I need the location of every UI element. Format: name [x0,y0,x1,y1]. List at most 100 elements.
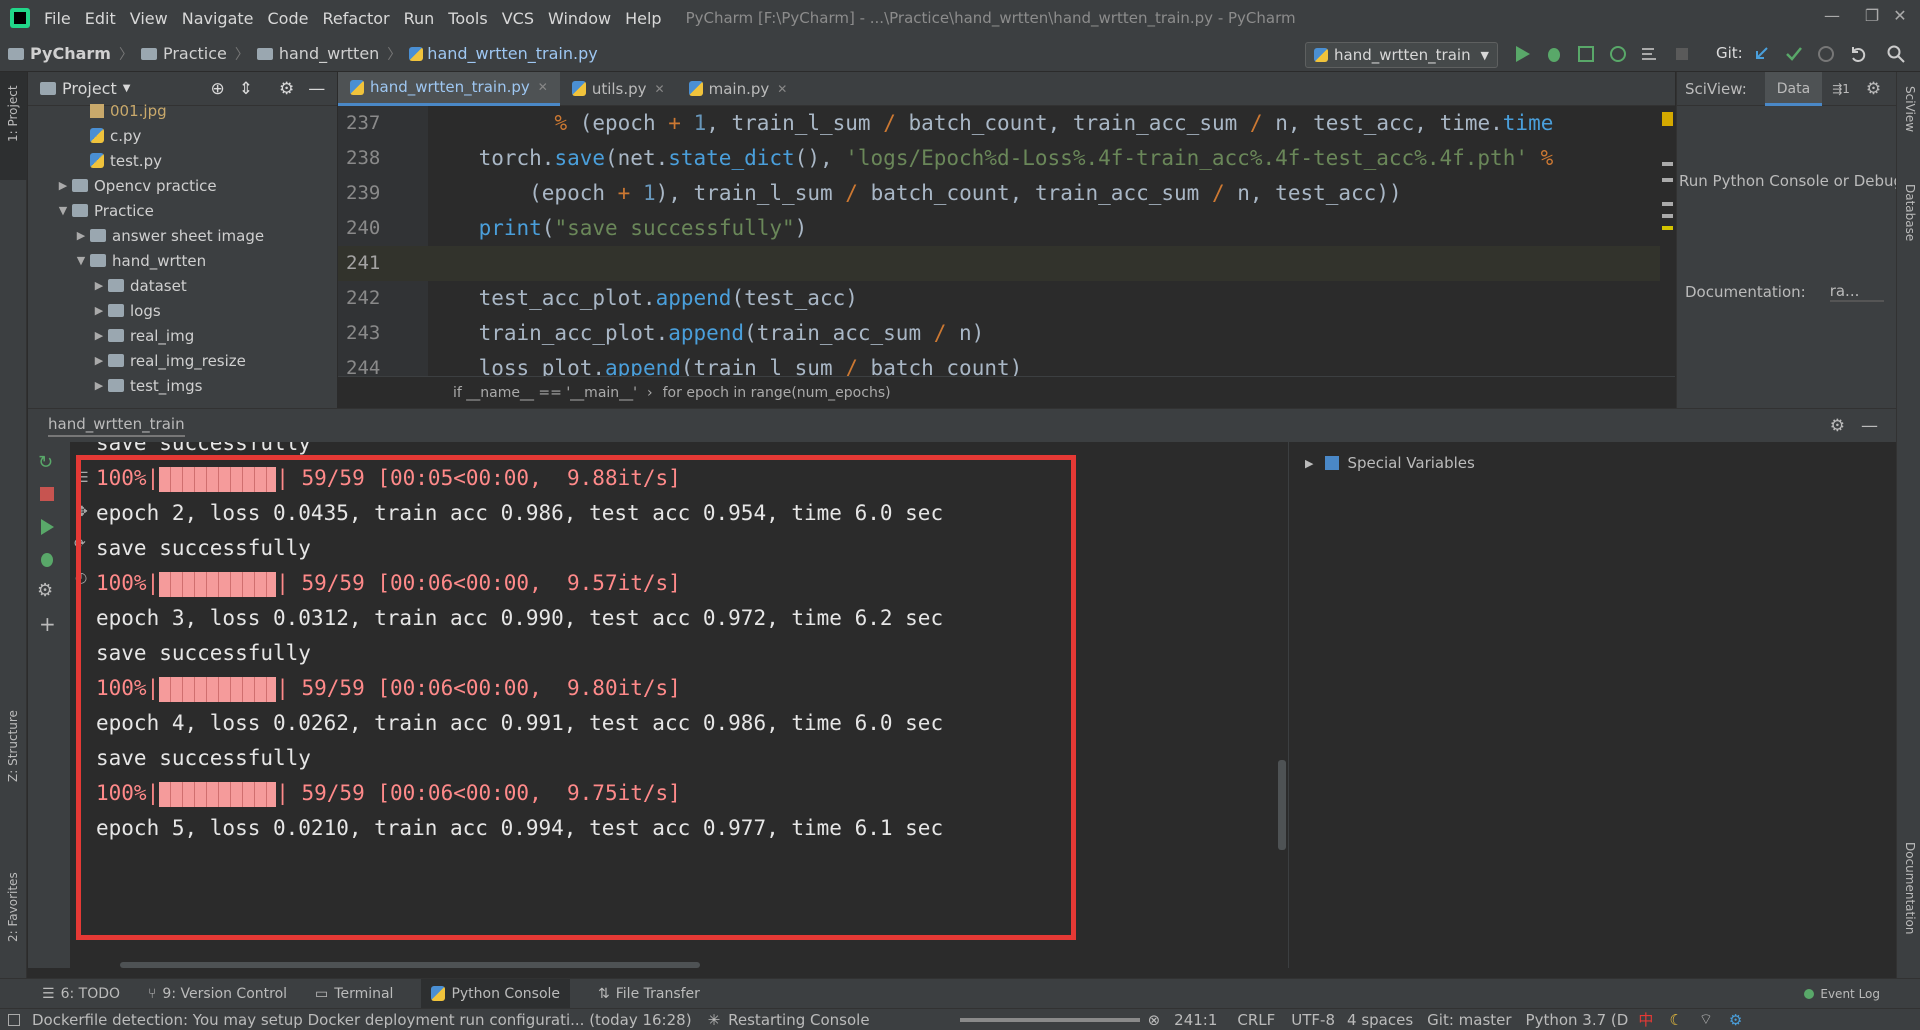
git-update-icon[interactable] [1752,44,1772,64]
database-tool-label[interactable]: Database [1903,184,1917,241]
status-message[interactable]: Dockerfile detection: You may setup Dock… [32,1011,692,1029]
stop-icon[interactable] [40,487,54,501]
line-separator[interactable]: CRLF [1237,1011,1275,1029]
revert-icon[interactable] [1848,44,1868,64]
gear-icon[interactable]: ⚙ [1830,416,1845,436]
tree-item[interactable]: ▶ dataset [28,273,337,298]
collapsed-arrow-icon[interactable]: ▶ [90,354,108,367]
breadcrumb-hand-wrtten[interactable]: hand_wrtten [256,44,379,63]
documentation-value[interactable]: ra... [1829,282,1884,302]
code-breadcrumb-if-main[interactable]: if __name__ == '__main__' [453,385,637,401]
close-tab-icon[interactable]: ✕ [538,80,548,94]
stop-icon[interactable] [1672,44,1692,64]
collapsed-arrow-icon[interactable]: ▶ [90,379,108,392]
version-control-tab[interactable]: ⑂ 9: Version Control [148,986,287,1002]
breadcrumb-root[interactable]: PyCharm [8,44,111,63]
expanded-arrow-icon[interactable]: ▼ [54,204,72,217]
collapsed-arrow-icon[interactable]: ▶ [90,279,108,292]
sciview-tool-label[interactable]: SciView [1903,86,1917,132]
tree-item[interactable]: ▶ real_img_resize [28,348,337,373]
concurrency-icon[interactable] [1640,44,1660,64]
tree-item[interactable]: test.py [28,148,337,173]
hide-panel-icon[interactable]: — [1861,416,1878,436]
toggle-tool-windows-icon[interactable] [8,1013,20,1026]
background-task-label[interactable]: Restarting Console [728,1011,869,1029]
collapsed-arrow-icon[interactable]: ▶ [72,229,90,242]
editor-scrollbar[interactable] [1660,106,1675,376]
tree-item[interactable]: ▶ test_imgs [28,373,337,398]
favorites-tool-label[interactable]: 2: Favorites [6,872,20,942]
debug-icon[interactable] [1544,44,1564,64]
profile-icon[interactable] [1608,44,1628,64]
code-breadcrumb-for-loop[interactable]: for epoch in range(num_epochs) [663,385,891,401]
history-icon[interactable] [1816,44,1836,64]
settings-badge-icon[interactable]: ⚙ [1729,1011,1742,1029]
console-scrollbar[interactable] [1278,760,1286,850]
menu-navigate[interactable]: Navigate [182,9,254,28]
menu-refactor[interactable]: Refactor [322,9,389,28]
sciview-data-tab[interactable]: Data [1764,71,1823,106]
menu-view[interactable]: View [130,9,168,28]
menu-edit[interactable]: Edit [85,9,116,28]
tree-item[interactable]: get_number_batch.py [28,398,337,399]
tree-item[interactable]: ▶ Opencv practice [28,173,337,198]
tab-main[interactable]: main.py ✕ [677,72,800,106]
add-icon[interactable]: + [39,612,56,636]
tree-item[interactable]: c.py [28,123,337,148]
project-panel-title[interactable]: Project [62,79,117,98]
run-configuration-select[interactable]: hand_wrtten_train ▼ [1305,42,1498,68]
collapsed-arrow-icon[interactable]: ▶ [54,179,72,192]
chevron-down-icon[interactable]: ▼ [123,83,131,94]
hide-panel-icon[interactable]: — [308,79,325,99]
tree-item[interactable]: 001.jpg [28,98,337,123]
caret-position[interactable]: 241:1 [1174,1011,1217,1029]
documentation-tool-label[interactable]: Documentation [1903,842,1917,935]
menu-file[interactable]: File [44,9,71,28]
terminal-tab[interactable]: ▭ Terminal [315,986,393,1002]
expand-icon[interactable]: ▶ [1305,457,1313,470]
menu-code[interactable]: Code [268,9,309,28]
gear-icon[interactable]: ⚙ [37,580,53,601]
debug-icon[interactable] [38,550,56,568]
tree-item[interactable]: ▶ answer sheet image [28,223,337,248]
code-editor[interactable]: % (epoch + 1, train_l_sum / batch_count,… [428,106,1660,376]
locate-icon[interactable]: ⊕ [210,79,224,99]
sciview-menu-icon[interactable]: ⇶1 [1832,82,1850,96]
menu-vcs[interactable]: VCS [502,9,534,28]
event-log-tab[interactable]: Event Log [1804,987,1880,1001]
rerun-icon[interactable]: ↻ [38,452,53,473]
file-encoding[interactable]: UTF-8 [1291,1011,1335,1029]
python-console-tab[interactable]: Python Console [421,978,571,1009]
collapsed-arrow-icon[interactable]: ▶ [90,329,108,342]
structure-tool-label[interactable]: Z: Structure [6,710,20,782]
collapse-all-icon[interactable]: ⇕ [239,79,253,99]
tree-item[interactable]: ▼ hand_wrtten [28,248,337,273]
minimize-icon[interactable]: — [1812,6,1852,25]
tab-hand-wrtten-train[interactable]: hand_wrtten_train.py ✕ [338,71,560,106]
search-icon[interactable] [1886,44,1906,64]
todo-tab[interactable]: ☰ 6: TODO [42,986,120,1002]
gear-icon[interactable]: ⚙ [1866,79,1881,99]
breadcrumb-practice[interactable]: Practice [140,44,227,63]
tree-item[interactable]: ▶ real_img [28,323,337,348]
tab-utils[interactable]: utils.py ✕ [560,72,677,106]
file-transfer-tab[interactable]: ⇅ File Transfer [598,986,700,1002]
git-commit-icon[interactable] [1784,44,1804,64]
run-icon[interactable] [38,518,56,536]
expanded-arrow-icon[interactable]: ▼ [72,254,90,267]
indent-setting[interactable]: 4 spaces [1347,1011,1413,1029]
menu-tools[interactable]: Tools [448,9,487,28]
collapsed-arrow-icon[interactable]: ▶ [90,304,108,317]
menu-window[interactable]: Window [548,9,611,28]
run-tab[interactable]: hand_wrtten_train [48,415,185,437]
console-horizontal-scrollbar[interactable] [120,962,700,968]
special-variables-label[interactable]: Special Variables [1347,454,1474,472]
coverage-icon[interactable] [1576,44,1596,64]
close-tab-icon[interactable]: ✕ [777,82,787,96]
tree-item[interactable]: ▶ logs [28,298,337,323]
close-window-icon[interactable]: ✕ [1880,6,1920,25]
ime-icon[interactable]: 中 [1638,1009,1653,1030]
tree-item[interactable]: ▼ Practice [28,198,337,223]
menu-run[interactable]: Run [404,9,435,28]
close-tab-icon[interactable]: ✕ [655,82,665,96]
